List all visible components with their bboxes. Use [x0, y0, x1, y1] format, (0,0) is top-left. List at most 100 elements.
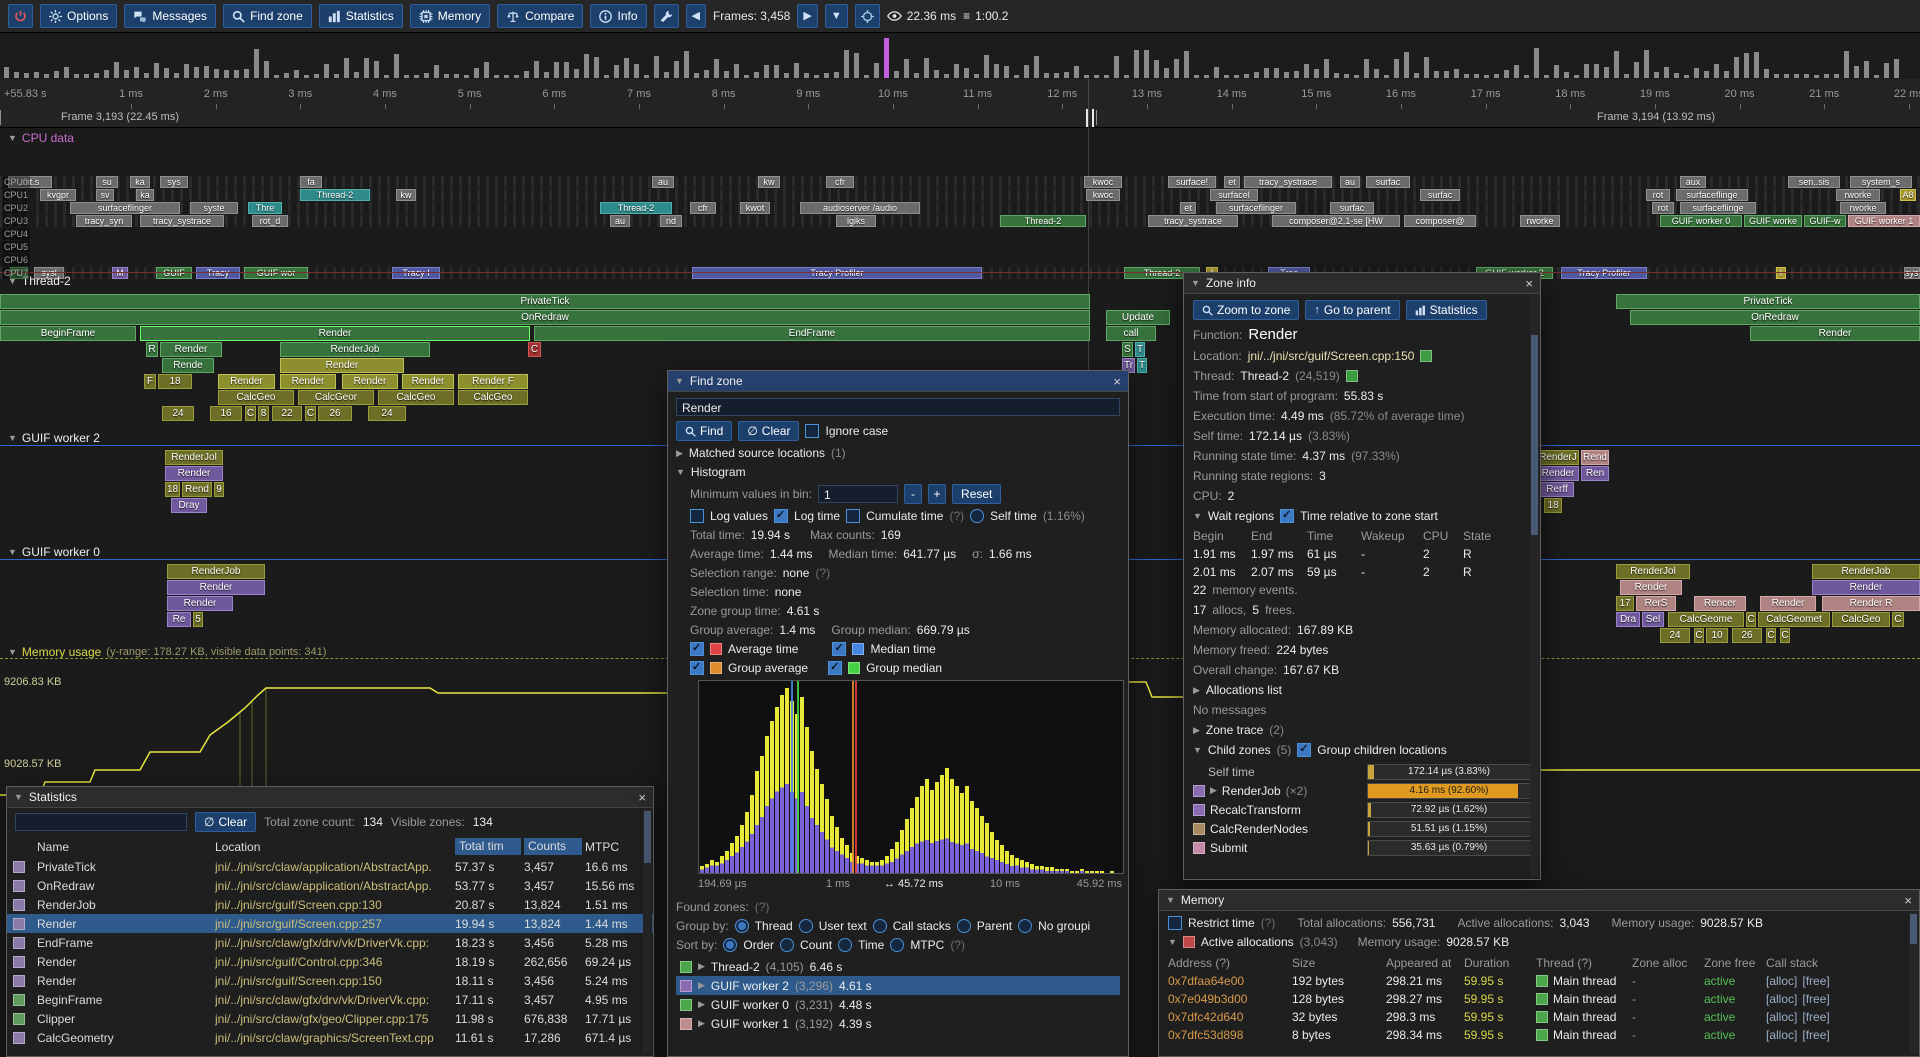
timeline-zone[interactable]: 5 [193, 612, 203, 627]
timeline-zone[interactable]: 9 [214, 482, 224, 497]
timeline-zone[interactable]: GUIF worker 1 [1848, 215, 1920, 227]
column-total-time[interactable]: Total tim [455, 838, 521, 855]
timeline-zone[interactable]: au [652, 176, 674, 188]
timeline-zone[interactable]: system_s [1850, 176, 1912, 188]
statistics-scrollbar[interactable] [643, 809, 652, 1054]
compare-button[interactable]: Compare [497, 4, 583, 28]
group-by-parent-radio[interactable] [957, 919, 971, 933]
min-bin-decrease-button[interactable]: - [904, 484, 922, 504]
timeline-zone[interactable]: call [1106, 326, 1156, 341]
timeline-zone[interactable]: R [146, 342, 158, 357]
timeline-zone[interactable]: F [144, 374, 156, 389]
group-by-thread-radio[interactable] [735, 919, 749, 933]
timeline-zone[interactable]: sen..sis [1788, 176, 1840, 188]
min-bin-input[interactable]: 1 [818, 485, 898, 503]
timeline-zone[interactable]: T [1135, 342, 1145, 357]
prev-frame-button[interactable]: ◀ [686, 4, 706, 28]
go-to-parent-button[interactable]: ↑ Go to parent [1305, 300, 1399, 320]
timeline-zone[interactable]: Render [342, 374, 398, 389]
timeline-zone[interactable]: au [610, 215, 630, 227]
allocation-column-header[interactable]: Thread (?) [1536, 956, 1632, 970]
timeline-zone[interactable]: T [1137, 358, 1147, 373]
timeline-zone[interactable]: ka [130, 176, 150, 188]
timeline-zone[interactable]: Thread-2 [600, 202, 672, 214]
timeline-zone[interactable]: Update [1106, 310, 1170, 325]
child-zone-row[interactable]: Submit35.63 µs (0.79%) [1193, 839, 1531, 856]
collapse-triangle-icon[interactable]: ▼ [676, 467, 685, 477]
median-time-checkbox[interactable] [832, 642, 846, 656]
timeline-zone[interactable]: rot [1646, 189, 1670, 201]
cpu-data-header[interactable]: ▼ CPU data [0, 130, 74, 146]
timeline-zone[interactable]: surfaceflinge [1680, 202, 1756, 214]
statistics-button[interactable]: Statistics [319, 4, 403, 28]
timeline-zone[interactable]: Thread-2 [1000, 215, 1086, 227]
statistics-row[interactable]: Renderjni/../jni/src/guif/Screen.cpp:150… [7, 971, 653, 990]
allocation-row[interactable]: 0x7dfc53d8988 bytes298.34 ms59.95 sMain … [1168, 1026, 1910, 1044]
cumulate-time-checkbox[interactable] [846, 509, 860, 523]
frame-select-button[interactable]: ▼ [825, 4, 848, 28]
timeline-zone[interactable]: Re [167, 612, 191, 627]
timeline-zone[interactable]: et [1224, 176, 1240, 188]
timeline-zone[interactable]: 8 [258, 406, 269, 421]
timeline-zone[interactable]: Rend [1581, 450, 1609, 465]
timeline-zone[interactable]: kvgpr [40, 189, 76, 201]
call-stack-free-link[interactable]: [free] [1802, 1028, 1829, 1042]
sort-by-mtpc-radio[interactable] [890, 938, 904, 952]
group-by-usertext-radio[interactable] [799, 919, 813, 933]
ignore-case-checkbox[interactable] [805, 424, 819, 438]
timeline-zone[interactable]: surface! [1168, 176, 1216, 188]
timeline-zone[interactable]: 10 [1706, 628, 1728, 643]
timeline-zone[interactable]: PrivateTick [1616, 294, 1920, 309]
timeline-zone[interactable]: Render [1537, 466, 1579, 481]
timeline-zone[interactable]: surfaceflinger [70, 202, 180, 214]
min-bin-increase-button[interactable]: + [928, 484, 946, 504]
timeline-zone[interactable]: surfac [1366, 176, 1410, 188]
close-icon[interactable]: × [638, 790, 646, 805]
help-marker[interactable]: (?) [755, 900, 770, 914]
expand-triangle-icon[interactable]: ▶ [1193, 725, 1200, 736]
collapse-triangle-icon[interactable]: ▼ [1168, 937, 1177, 947]
timeline-zone[interactable]: CalcGeor [298, 390, 374, 405]
timeline-zone[interactable]: A8 [1900, 189, 1916, 201]
found-zone-group[interactable]: ▶GUIF worker 1(3,192)4.39 s [676, 1014, 1120, 1033]
find-zone-titlebar[interactable]: ▼ Find zone × [668, 371, 1128, 392]
timeline-zone[interactable]: 26 [318, 406, 352, 421]
group-children-checkbox[interactable] [1297, 743, 1311, 757]
location-value[interactable]: jni/../jni/src/guif/Screen.cpp:150 [1248, 349, 1415, 363]
expand-triangle-icon[interactable]: ▶ [1193, 685, 1200, 696]
allocation-row[interactable]: 0x7e049b3d00128 bytes298.27 ms59.95 sMai… [1168, 990, 1910, 1008]
timeline-zone[interactable]: rot [1652, 202, 1674, 214]
restrict-time-checkbox[interactable] [1168, 916, 1182, 930]
sort-by-count-radio[interactable] [780, 938, 794, 952]
close-icon[interactable]: × [1904, 893, 1912, 908]
timeline-zone[interactable]: CalcGeo [1832, 612, 1890, 627]
timeline-zone[interactable]: rworke [1520, 215, 1560, 227]
timeline-zone[interactable]: Render [140, 326, 530, 341]
timeline-zone[interactable]: Render [167, 596, 233, 611]
statistics-row[interactable]: OnRedrawjni/../jni/src/claw/application/… [7, 876, 653, 895]
child-zone-row[interactable]: Self time172.14 µs (3.83%) [1193, 763, 1531, 780]
group-average-checkbox[interactable] [690, 661, 704, 675]
statistics-row[interactable]: BeginFramejni/../jni/src/claw/gfx/drv/vk… [7, 990, 653, 1009]
timeline-zone[interactable]: Sel [1642, 612, 1664, 627]
timeline-zone[interactable]: Render F [458, 374, 528, 389]
timeline-zone[interactable]: audioserver /audio [800, 202, 920, 214]
allocation-column-header[interactable]: Appeared at [1386, 956, 1464, 970]
frame-segment[interactable]: Frame 3,193 (22.45 ms) [0, 110, 1088, 125]
statistics-row[interactable]: Clipperjni/../jni/src/claw/gfx/geo/Clipp… [7, 1009, 653, 1028]
timeline-zone[interactable]: CalcGeo [378, 390, 454, 405]
allocation-row[interactable]: 0x7dfaa64e00192 bytes298.21 ms59.95 sMai… [1168, 972, 1910, 990]
child-zone-row[interactable]: CalcRenderNodes51.51 µs (1.15%) [1193, 820, 1531, 837]
timeline-zone[interactable]: surfaceflinge [1676, 189, 1748, 201]
timeline-zone[interactable]: tracy_systrace [1148, 215, 1238, 227]
sort-by-time-radio[interactable] [838, 938, 852, 952]
timeline-zone[interactable]: tracy_systrace [1244, 176, 1332, 188]
timeline-zone[interactable]: GUIF worke [1744, 215, 1802, 227]
timeline-zone[interactable]: sys [160, 176, 188, 188]
timeline-zone[interactable]: C [1746, 612, 1756, 627]
call-stack-alloc-link[interactable]: [alloc] [1766, 1010, 1797, 1024]
timeline-zone[interactable]: Render [1620, 580, 1682, 595]
timeline-zone[interactable]: kw [396, 189, 416, 201]
timeline-zone[interactable]: Dra [1616, 612, 1640, 627]
timeline-zone[interactable]: RenderJob [167, 564, 265, 579]
